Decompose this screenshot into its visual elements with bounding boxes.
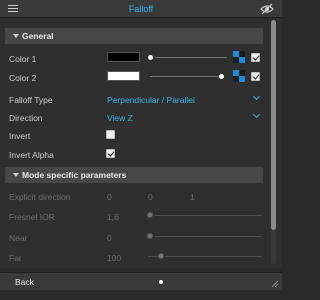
explicit-direction-y[interactable]: 0 <box>148 192 153 202</box>
color2-slider-handle[interactable] <box>219 74 224 79</box>
resize-grip-icon[interactable] <box>271 280 279 288</box>
fresnel-ior-slider-handle[interactable] <box>147 212 153 218</box>
explicit-direction-label: Explicit direction <box>9 192 71 202</box>
page-indicator-dot <box>159 280 163 284</box>
color1-slider-handle[interactable] <box>148 55 153 60</box>
section-mode-specific[interactable]: Mode specific parameters <box>5 167 263 183</box>
chevron-down-icon[interactable] <box>252 110 261 119</box>
color2-swatch[interactable] <box>107 71 140 81</box>
explicit-direction-z[interactable]: 1 <box>190 192 195 202</box>
title-bar: Falloff <box>0 0 282 18</box>
color1-swatch[interactable] <box>107 52 140 62</box>
invert-alpha-label: Invert Alpha <box>9 150 54 160</box>
scrollbar-thumb[interactable] <box>271 20 276 230</box>
color2-map-icon[interactable] <box>233 70 245 82</box>
color2-enable-checkbox[interactable] <box>251 72 260 81</box>
direction-dropdown[interactable]: View Z <box>107 113 133 123</box>
bottom-bar: Back <box>0 272 282 290</box>
fresnel-ior-label: Fresnel IOR <box>9 212 55 222</box>
far-value[interactable]: 100 <box>107 253 121 263</box>
color2-label: Color 2 <box>9 73 37 83</box>
color1-map-icon[interactable] <box>233 51 245 63</box>
far-label: Far <box>9 253 22 263</box>
back-button[interactable]: Back <box>15 277 34 287</box>
chevron-down-icon[interactable] <box>252 92 261 101</box>
section-general-label: General <box>22 31 54 41</box>
near-label: Near <box>9 233 28 243</box>
far-slider-handle[interactable] <box>158 253 164 259</box>
invert-label: Invert <box>9 131 31 141</box>
color1-slider-track[interactable] <box>155 57 227 58</box>
direction-label: Direction <box>9 113 43 123</box>
explicit-direction-x[interactable]: 0 <box>107 192 112 202</box>
falloff-type-label: Falloff Type <box>9 95 53 105</box>
near-slider-track[interactable] <box>154 236 262 237</box>
far-slider-track[interactable] <box>165 256 262 257</box>
properties-panel: General Color 1 Color 2 Falloff Type Per… <box>0 18 282 268</box>
section-mode-specific-label: Mode specific parameters <box>22 170 127 180</box>
scrollbar[interactable] <box>271 20 276 264</box>
color1-enable-checkbox[interactable] <box>251 53 260 62</box>
panel-title: Falloff <box>128 4 154 14</box>
fresnel-ior-value[interactable]: 1,6 <box>107 212 119 222</box>
color2-slider-track[interactable] <box>150 76 220 77</box>
far-slider-track-left[interactable] <box>148 256 158 257</box>
color1-label: Color 1 <box>9 54 37 64</box>
fresnel-ior-slider-track[interactable] <box>154 215 262 216</box>
invert-checkbox[interactable] <box>106 130 115 139</box>
collapse-triangle-icon <box>13 34 19 38</box>
near-slider-handle[interactable] <box>147 233 153 239</box>
collapse-triangle-icon <box>13 173 19 177</box>
section-general[interactable]: General <box>5 28 263 44</box>
eye-slash-icon[interactable] <box>260 3 274 15</box>
falloff-type-dropdown[interactable]: Perpendicular / Parallel <box>107 95 195 105</box>
near-value[interactable]: 0 <box>107 233 112 243</box>
invert-alpha-checkbox[interactable] <box>106 149 115 158</box>
